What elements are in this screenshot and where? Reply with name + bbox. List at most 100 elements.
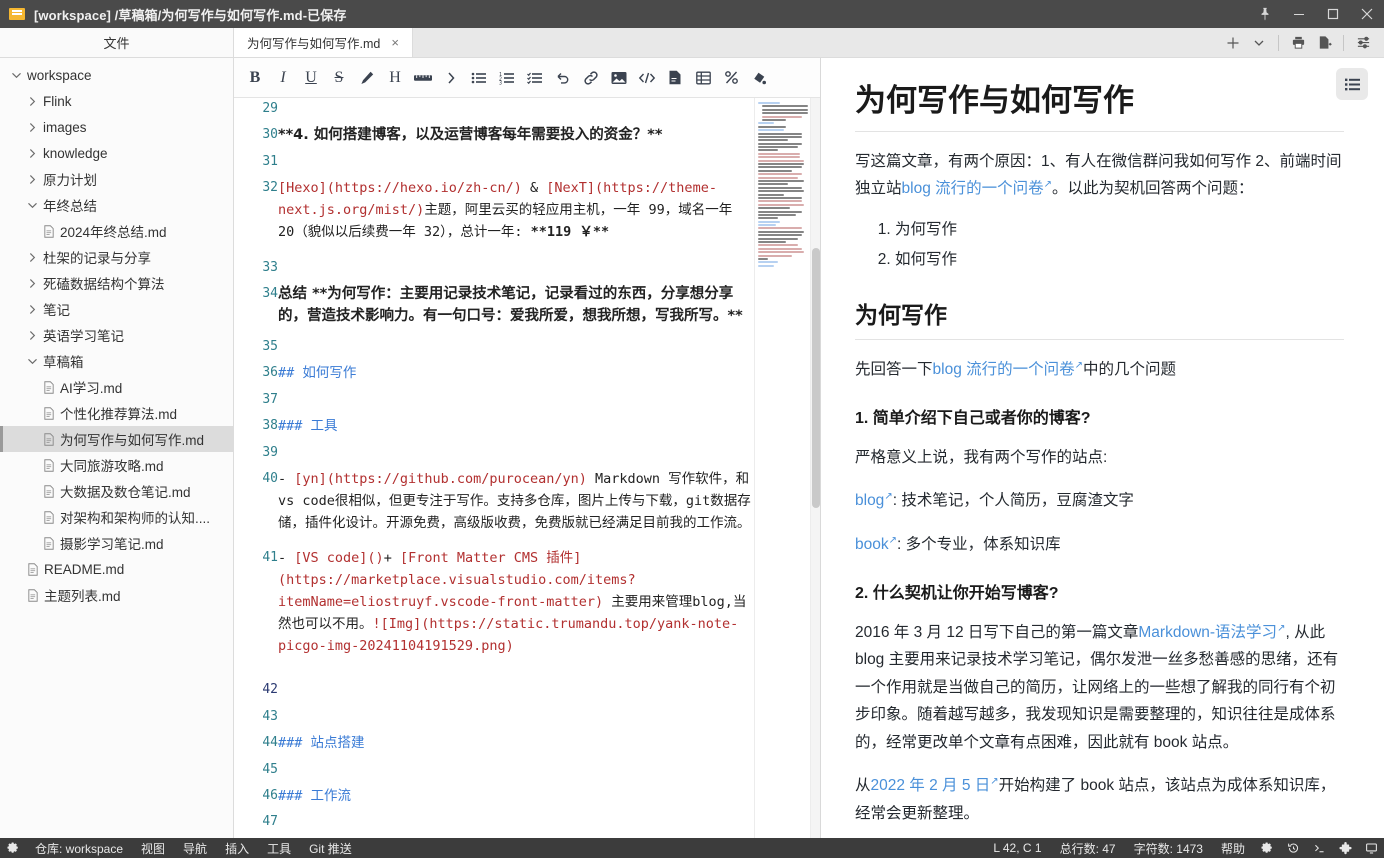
sidebar-item-file[interactable]: 大数据及数仓笔记.md	[0, 478, 233, 504]
status-nav[interactable]: 导航	[174, 838, 216, 858]
link-book[interactable]: book	[855, 536, 889, 553]
editor-line[interactable]: 46 ### 工作流	[234, 785, 754, 811]
file-tree-sidebar[interactable]: workspace Flink images knowledge 原力计划 年终总结 202…	[0, 58, 234, 838]
ordered-list-icon[interactable]: 123	[494, 65, 520, 91]
line-content[interactable]: 总结 **为何写作：主要用记录技术笔记，记录看过的东西，分享想分享的，营造技术影…	[278, 283, 754, 336]
line-content[interactable]	[278, 257, 754, 283]
tab-files[interactable]: 文件	[0, 28, 234, 57]
document-icon[interactable]	[662, 65, 688, 91]
editor-line[interactable]: 36 ## 如何写作	[234, 362, 754, 388]
sidebar-item-folder[interactable]: 年终总结	[0, 192, 233, 218]
sidebar-item-file[interactable]: README.md	[0, 556, 233, 582]
link-markdown-syntax[interactable]: Markdown-语法学习	[1138, 624, 1277, 641]
link-2022-date[interactable]: 2022 年 2 月 5 日	[871, 777, 991, 794]
line-content[interactable]: [Hexo](https://hexo.io/zh-cn/) & [NexT](…	[278, 177, 754, 256]
editor-line[interactable]: 35	[234, 336, 754, 362]
terminal-icon[interactable]	[1306, 838, 1332, 858]
italic-icon[interactable]: I	[270, 65, 296, 91]
history-icon[interactable]	[1280, 838, 1306, 858]
underline-icon[interactable]: U	[298, 65, 324, 91]
editor-line[interactable]: 38 ### 工具	[234, 415, 754, 441]
chevron-right-icon[interactable]	[24, 330, 40, 341]
percent-icon[interactable]	[718, 65, 744, 91]
editor-line[interactable]: 41- [VS code]()+ [Front Matter CMS 插件](h…	[234, 547, 754, 679]
toc-list-icon[interactable]	[1336, 68, 1368, 100]
code-region[interactable]: 29 30 **4. 如何搭建博客，以及运营博客每年需要投入的资金？** 31 32…	[234, 98, 754, 838]
editor-line[interactable]: 40- [yn](https://github.com/purocean/yn)…	[234, 468, 754, 547]
status-insert[interactable]: 插入	[216, 838, 258, 858]
status-tools[interactable]: 工具	[258, 838, 300, 858]
line-content[interactable]	[278, 389, 754, 415]
sidebar-item-file[interactable]: 个性化推荐算法.md	[0, 400, 233, 426]
sidebar-item-folder[interactable]: Flink	[0, 88, 233, 114]
editor-line[interactable]: 32 [Hexo](https://hexo.io/zh-cn/) & [NexT…	[234, 177, 754, 256]
close-icon[interactable]	[1350, 0, 1384, 28]
sidebar-item-folder[interactable]: images	[0, 114, 233, 140]
chevron-right-icon[interactable]	[24, 174, 40, 185]
chevron-down-icon[interactable]	[24, 200, 40, 211]
print-icon[interactable]	[1285, 28, 1311, 58]
sidebar-item-file[interactable]: 摄影学习笔记.md	[0, 530, 233, 556]
sidebar-item-file[interactable]: 对架构和架构师的认知....	[0, 504, 233, 530]
editor-line[interactable]: 34 总结 **为何写作：主要用记录技术笔记，记录看过的东西，分享想分享的，营造技…	[234, 283, 754, 336]
maximize-icon[interactable]	[1316, 0, 1350, 28]
gear-icon[interactable]	[0, 838, 26, 858]
editor-line[interactable]: 29	[234, 98, 754, 124]
chevron-right-icon[interactable]	[24, 252, 40, 263]
chevron-down-icon[interactable]	[24, 356, 40, 367]
link-icon[interactable]	[578, 65, 604, 91]
export-icon[interactable]	[1311, 28, 1337, 58]
editor-line[interactable]: 43	[234, 706, 754, 732]
add-icon[interactable]	[1220, 28, 1246, 58]
editor-line[interactable]: 44 ### 站点搭建	[234, 732, 754, 758]
editor-line[interactable]: 39	[234, 442, 754, 468]
sidebar-item-file[interactable]: AI学习.md	[0, 374, 233, 400]
chevron-down-icon[interactable]	[8, 70, 24, 81]
bold-icon[interactable]: B	[242, 65, 268, 91]
editor-line[interactable]: 37	[234, 389, 754, 415]
chevron-down-icon[interactable]	[1246, 28, 1272, 58]
editor-line[interactable]: 45	[234, 759, 754, 785]
pen-icon[interactable]	[354, 65, 380, 91]
code-icon[interactable]	[634, 65, 660, 91]
sidebar-item-file[interactable]: 2024年终总结.md	[0, 218, 233, 244]
sidebar-item-folder[interactable]: 杜架的记录与分享	[0, 244, 233, 270]
editor-line[interactable]: 30 **4. 如何搭建博客，以及运营博客每年需要投入的资金？**	[234, 124, 754, 150]
editor-line[interactable]: 33	[234, 257, 754, 283]
sidebar-item-folder[interactable]: knowledge	[0, 140, 233, 166]
sidebar-item-folder[interactable]: 原力计划	[0, 166, 233, 192]
minimize-icon[interactable]	[1282, 0, 1316, 28]
status-repo[interactable]: 仓库: workspace	[26, 838, 132, 858]
scrollbar-thumb[interactable]	[812, 248, 820, 508]
editor-line[interactable]: 42	[234, 679, 754, 705]
sidebar-item-file[interactable]: 主题列表.md	[0, 582, 233, 608]
sidebar-item-file[interactable]: 大同旅游攻略.md	[0, 452, 233, 478]
line-content[interactable]: ### 工具	[278, 415, 754, 441]
line-content[interactable]: - [yn](https://github.com/purocean/yn) M…	[278, 468, 754, 547]
sidebar-item-folder[interactable]: 死磕数据结构个算法	[0, 270, 233, 296]
sidebar-item-file[interactable]: 为何写作与如何写作.md	[0, 426, 233, 452]
chevron-right-icon[interactable]	[24, 122, 40, 133]
sidebar-item-folder[interactable]: 英语学习笔记	[0, 322, 233, 348]
line-content[interactable]	[278, 706, 754, 732]
link-blog-survey-2[interactable]: blog 流行的一个问卷	[933, 361, 1075, 378]
line-content[interactable]	[278, 679, 754, 705]
line-content[interactable]: ### 工作流	[278, 785, 754, 811]
editor-line[interactable]: 47	[234, 811, 754, 838]
bullet-list-icon[interactable]	[466, 65, 492, 91]
image-icon[interactable]	[606, 65, 632, 91]
display-icon[interactable]	[1358, 838, 1384, 858]
sidebar-item-folder[interactable]: workspace	[0, 62, 233, 88]
line-content[interactable]	[278, 442, 754, 468]
chevron-right-icon[interactable]	[24, 304, 40, 315]
line-content[interactable]	[278, 336, 754, 362]
editor-line[interactable]: 31	[234, 151, 754, 177]
line-content[interactable]	[278, 759, 754, 785]
pin-icon[interactable]	[1248, 0, 1282, 28]
chevron-right-icon[interactable]	[24, 96, 40, 107]
task-list-icon[interactable]	[522, 65, 548, 91]
minimap[interactable]	[754, 98, 810, 838]
status-help[interactable]: 帮助	[1212, 838, 1254, 858]
line-content[interactable]	[278, 811, 754, 838]
line-content[interactable]: **4. 如何搭建博客，以及运营博客每年需要投入的资金？**	[278, 124, 754, 150]
